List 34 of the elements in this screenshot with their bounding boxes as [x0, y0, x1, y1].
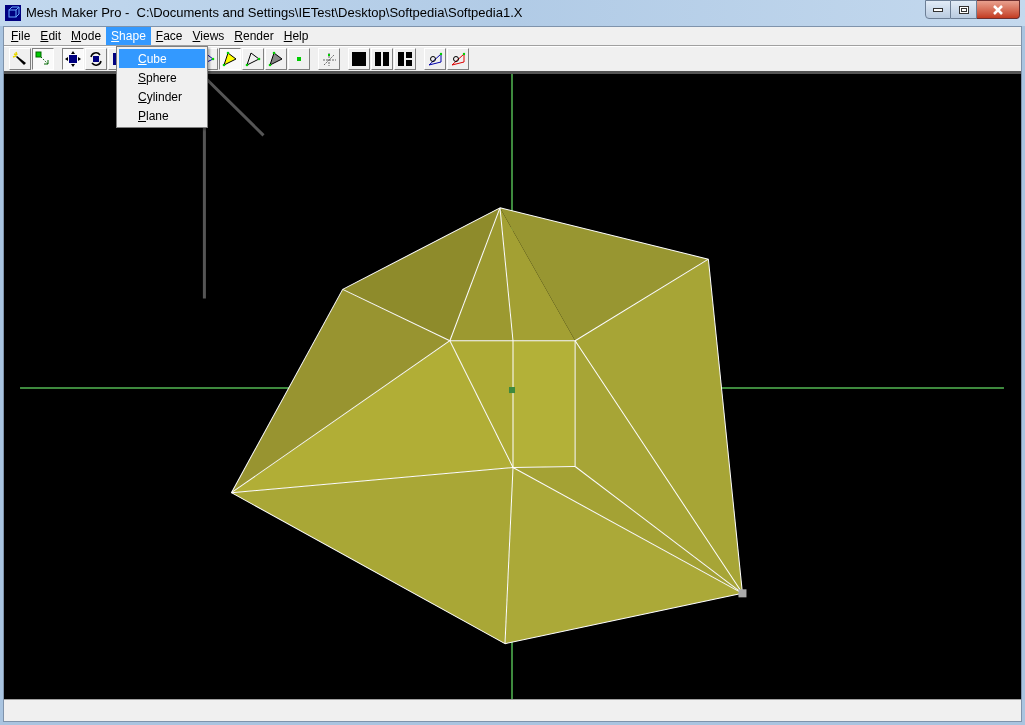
axis-icon	[321, 51, 337, 67]
menu-item[interactable]: Views	[187, 27, 230, 45]
menu-item[interactable]: Help	[278, 27, 314, 45]
quad-view-icon	[397, 51, 413, 67]
tool-button[interactable]	[62, 48, 84, 70]
wand-icon	[12, 51, 28, 67]
menu-item[interactable]: Edit	[35, 27, 67, 45]
maximize-icon	[958, 5, 969, 14]
close-button[interactable]	[977, 0, 1020, 19]
vertex-handle[interactable]	[738, 589, 747, 598]
app-icon	[5, 5, 21, 21]
triangle-icon	[268, 51, 284, 67]
menu-option[interactable]: Sphere	[119, 68, 205, 87]
triangle-icon	[245, 51, 261, 67]
move-icon	[65, 51, 81, 67]
minimize-icon	[933, 7, 943, 12]
split-view-icon	[374, 51, 390, 67]
camera-icon	[427, 51, 443, 67]
menu-option[interactable]: Plane	[119, 106, 205, 125]
vertex-move-icon	[35, 51, 51, 67]
camera-icon	[450, 51, 466, 67]
single-view-icon	[351, 51, 367, 67]
tool-button[interactable]	[219, 48, 241, 70]
triangle-icon	[222, 51, 238, 67]
maximize-button[interactable]	[951, 0, 977, 19]
menu-item[interactable]: Face	[150, 27, 188, 45]
rotate-icon	[88, 51, 104, 67]
minimize-button[interactable]	[925, 0, 951, 19]
menu-item[interactable]: Mode	[66, 27, 107, 45]
close-icon	[992, 4, 1004, 15]
window-title: Mesh Maker Pro - C:\Documents and Settings\IETest\Desktop\Softpedia\Softpedia1.X	[26, 4, 523, 23]
menu-item[interactable]: Render	[229, 27, 279, 45]
menu-option[interactable]: Cylinder	[119, 87, 205, 106]
menu-item[interactable]: File	[6, 27, 36, 45]
